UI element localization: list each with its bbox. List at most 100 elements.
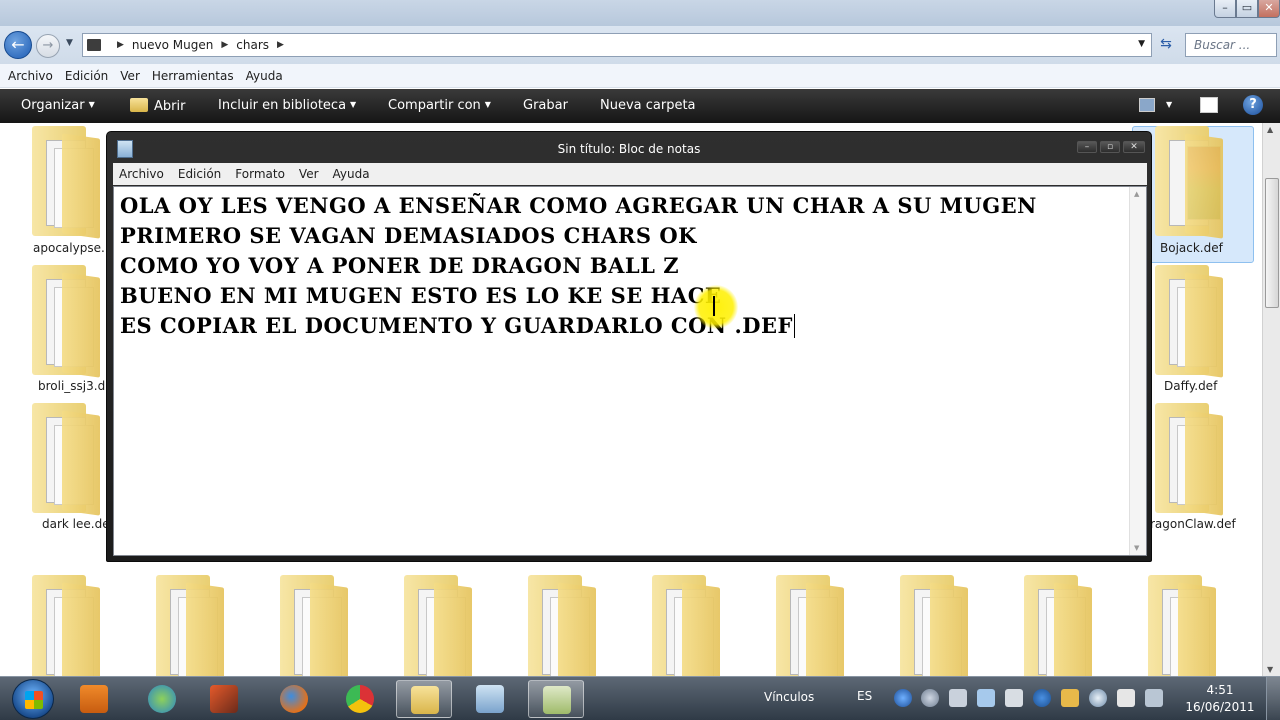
menu-ver[interactable]: Ver xyxy=(299,167,319,181)
caret-down-icon[interactable]: ▼ xyxy=(1166,100,1172,109)
arrow-right-icon: → xyxy=(42,38,54,53)
network-icon[interactable] xyxy=(977,689,995,707)
close-button[interactable]: ✕ xyxy=(1258,0,1280,18)
security-icon[interactable] xyxy=(1061,689,1079,707)
back-button[interactable]: ← xyxy=(4,31,32,59)
minimize-button[interactable]: – xyxy=(1077,141,1097,153)
folder-icon[interactable] xyxy=(1148,575,1216,676)
include-library-button[interactable]: Incluir en biblioteca ▼ xyxy=(218,98,356,113)
close-button[interactable]: ✕ xyxy=(1123,141,1145,153)
new-folder-button[interactable]: Nueva carpeta xyxy=(600,98,696,113)
folder-icon[interactable] xyxy=(1155,126,1223,239)
file-label[interactable]: ragonClaw.def xyxy=(1150,517,1236,531)
language-indicator[interactable]: ES xyxy=(857,689,872,703)
clock[interactable]: 4:51 16/06/2011 xyxy=(1184,682,1256,716)
scroll-down-icon[interactable]: ▼ xyxy=(1267,665,1273,674)
scroll-up-icon[interactable]: ▲ xyxy=(1134,190,1139,198)
breadcrumb-separator-icon[interactable]: ▶ xyxy=(117,40,124,50)
clock-time: 4:51 xyxy=(1206,683,1234,697)
folder-icon[interactable] xyxy=(652,575,720,676)
taskbar-chrome[interactable] xyxy=(332,680,388,718)
show-desktop-button[interactable] xyxy=(1266,677,1280,720)
tray-app-icon[interactable] xyxy=(894,689,912,707)
menu-herramientas[interactable]: Herramientas xyxy=(152,69,234,83)
game-icon xyxy=(210,685,238,713)
taskbar-firefox[interactable] xyxy=(266,680,322,718)
folder-icon[interactable] xyxy=(1155,265,1223,378)
breadcrumb-separator-icon[interactable]: ▶ xyxy=(221,40,228,50)
minimize-button[interactable]: – xyxy=(1214,0,1236,18)
notepad-scrollbar[interactable]: ▲ ▼ xyxy=(1129,187,1146,555)
organize-button[interactable]: Organizar ▼ xyxy=(21,98,95,113)
file-label[interactable]: dark lee.def xyxy=(42,517,114,531)
folder-icon[interactable] xyxy=(32,575,100,676)
folder-icon[interactable] xyxy=(32,126,100,239)
folder-icon[interactable] xyxy=(156,575,224,676)
volume-icon[interactable] xyxy=(949,689,967,707)
menu-archivo[interactable]: Archivo xyxy=(119,167,164,181)
command-bar: Organizar ▼ Abrir Incluir en biblioteca ▼ … xyxy=(0,89,1280,123)
history-dropdown-icon[interactable]: ▼ xyxy=(66,38,73,48)
display-icon[interactable] xyxy=(1145,689,1163,707)
taskbar-notepad-active[interactable] xyxy=(528,680,584,718)
file-label[interactable]: Bojack.def xyxy=(1160,241,1223,255)
taskbar-notepad[interactable] xyxy=(462,680,518,718)
menu-edicion[interactable]: Edición xyxy=(65,69,108,83)
burn-button[interactable]: Grabar xyxy=(523,98,568,113)
menu-archivo[interactable]: Archivo xyxy=(8,69,53,83)
folder-icon[interactable] xyxy=(32,403,100,516)
taskbar-explorer[interactable] xyxy=(396,680,452,718)
menu-ayuda[interactable]: Ayuda xyxy=(246,69,283,83)
menu-edicion[interactable]: Edición xyxy=(178,167,221,181)
file-label[interactable]: broli_ssj3.d xyxy=(38,379,105,393)
folder-icon[interactable] xyxy=(404,575,472,676)
file-label[interactable]: apocalypse. xyxy=(33,241,105,255)
forward-button[interactable]: → xyxy=(36,34,60,58)
breadcrumb-item[interactable]: nuevo Mugen xyxy=(132,38,213,52)
taskbar-messenger[interactable] xyxy=(134,680,190,718)
scroll-down-icon[interactable]: ▼ xyxy=(1134,544,1139,552)
notepad-menubar: Archivo Edición Formato Ver Ayuda xyxy=(113,163,1147,185)
tray-app-icon[interactable] xyxy=(921,689,939,707)
notepad-titlebar[interactable]: Sin título: Bloc de notas – ▫ ✕ xyxy=(107,132,1151,164)
text-editor[interactable]: OLA OY LES VENGO A ENSEÑAR COMO AGREGAR … xyxy=(113,186,1147,556)
menu-ayuda[interactable]: Ayuda xyxy=(333,167,370,181)
address-dropdown-icon[interactable]: ▼ xyxy=(1138,39,1145,49)
menu-ver[interactable]: Ver xyxy=(120,69,140,83)
usb-icon[interactable] xyxy=(1005,689,1023,707)
document-text[interactable]: OLA OY LES VENGO A ENSEÑAR COMO AGREGAR … xyxy=(120,191,1126,341)
folder-icon[interactable] xyxy=(280,575,348,676)
tray-app-icon[interactable] xyxy=(1033,689,1051,707)
folder-icon[interactable] xyxy=(776,575,844,676)
navigation-bar: ← → ▼ ▶ nuevo Mugen ▶ chars ▶ ▼ ⇆ Buscar… xyxy=(0,26,1280,64)
start-button[interactable] xyxy=(12,679,54,719)
refresh-button[interactable]: ⇆ xyxy=(1155,33,1177,57)
action-center-flag-icon[interactable] xyxy=(1117,689,1135,707)
folder-icon[interactable] xyxy=(528,575,596,676)
maximize-button[interactable]: ▭ xyxy=(1236,0,1258,18)
view-options-icon[interactable] xyxy=(1139,98,1155,112)
folder-icon[interactable] xyxy=(32,265,100,378)
breadcrumb-separator-icon[interactable]: ▶ xyxy=(277,40,284,50)
tray-app-icon[interactable] xyxy=(1089,689,1107,707)
folder-icon[interactable] xyxy=(1024,575,1092,676)
scroll-up-icon[interactable]: ▲ xyxy=(1267,125,1273,134)
window-title: Sin título: Bloc de notas xyxy=(557,142,701,156)
folder-icon[interactable] xyxy=(1155,403,1223,516)
file-label[interactable]: Daffy.def xyxy=(1164,379,1217,393)
taskbar-game[interactable] xyxy=(196,680,252,718)
breadcrumb-item[interactable]: chars xyxy=(236,38,269,52)
vertical-scrollbar[interactable]: ▲ ▼ xyxy=(1262,123,1280,676)
preview-pane-icon[interactable] xyxy=(1200,97,1218,113)
address-bar[interactable]: ▶ nuevo Mugen ▶ chars ▶ ▼ xyxy=(82,33,1152,57)
search-input[interactable]: Buscar ... xyxy=(1185,33,1277,57)
folder-icon[interactable] xyxy=(900,575,968,676)
help-icon[interactable]: ? xyxy=(1243,95,1263,115)
open-button[interactable]: Abrir xyxy=(130,98,185,114)
menu-formato[interactable]: Formato xyxy=(235,167,285,181)
taskbar-media-player[interactable] xyxy=(66,680,122,718)
scroll-thumb[interactable] xyxy=(1265,178,1279,308)
maximize-button[interactable]: ▫ xyxy=(1100,141,1120,153)
links-toolbar[interactable]: Vínculos xyxy=(764,690,814,704)
share-button[interactable]: Compartir con ▼ xyxy=(388,98,491,113)
